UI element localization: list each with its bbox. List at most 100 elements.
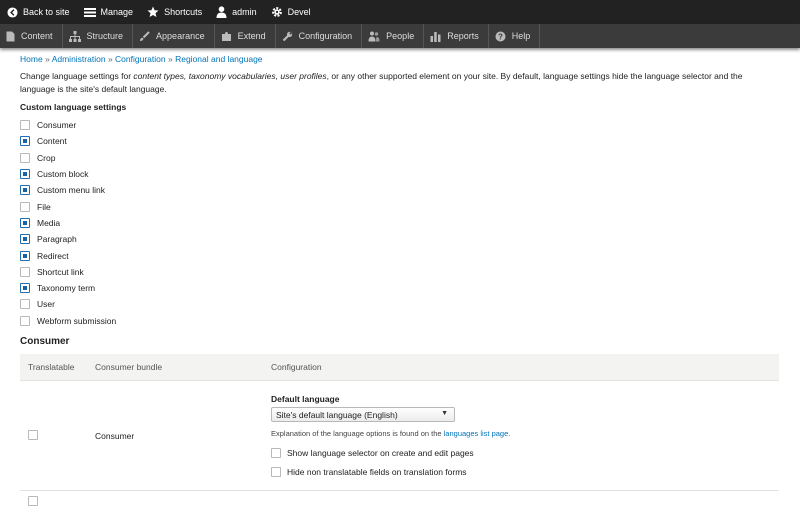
gear-icon <box>271 7 282 17</box>
checkbox-unchecked[interactable] <box>20 299 30 310</box>
custom-setting-label: Consumer <box>37 120 77 131</box>
hamburger-icon <box>83 7 96 17</box>
breadcrumb-separator: » <box>167 54 173 64</box>
bundle-name: Consumer <box>95 431 135 441</box>
menu-extend-label: Extend <box>237 31 266 41</box>
checkbox-checked[interactable] <box>20 217 30 228</box>
custom-settings-checkboxes: Consumer Content Crop Custom block Custom me… <box>20 117 116 329</box>
manage-label: Manage <box>100 7 134 17</box>
menu-configuration-label: Configuration <box>298 31 353 41</box>
show-language-selector-checkbox[interactable] <box>271 448 281 458</box>
hide-non-translatable-option[interactable]: Hide non translatable fields on translat… <box>271 467 467 477</box>
default-language-select[interactable]: Site's default language (English) ▼ <box>271 407 455 422</box>
table-row-partial <box>20 491 779 506</box>
checkbox-checked[interactable] <box>20 169 30 180</box>
menu-structure-label: Structure <box>86 31 124 41</box>
consumer-table: Translatable Consumer bundle Configurati… <box>20 354 779 506</box>
custom-setting-label: Taxonomy term <box>37 283 96 294</box>
custom-setting-label: Content <box>37 136 67 147</box>
default-language-label: Default language <box>271 394 340 404</box>
show-language-selector-option[interactable]: Show language selector on create and edi… <box>271 448 474 458</box>
menu-extend[interactable]: Extend <box>215 24 276 48</box>
custom-settings-label: Custom language settings <box>20 102 127 112</box>
translatable-checkbox[interactable] <box>28 496 38 506</box>
breadcrumb-separator: » <box>45 54 50 64</box>
custom-setting-label: Paragraph <box>37 234 77 245</box>
checkbox-unchecked[interactable] <box>20 120 30 131</box>
menu-structure[interactable]: Structure <box>63 24 134 48</box>
intro-text-emphasis: content types, taxonomy vocabularies, us… <box>133 71 327 81</box>
checkbox-unchecked[interactable] <box>20 315 30 326</box>
dropdown-arrow-icon: ▼ <box>441 410 448 417</box>
shortcuts-tab[interactable]: Shortcuts <box>140 0 209 24</box>
back-to-site-link[interactable]: Back to site <box>0 0 77 24</box>
menu-appearance-label: Appearance <box>156 31 205 41</box>
custom-setting-option[interactable]: User <box>20 296 116 312</box>
breadcrumb: Home » Administration » Configuration » … <box>20 54 263 64</box>
checkbox-checked[interactable] <box>20 185 30 196</box>
custom-setting-label: File <box>37 201 51 212</box>
checkbox-unchecked[interactable] <box>20 201 30 212</box>
menu-content[interactable]: Content <box>0 24 63 48</box>
star-icon <box>147 6 159 17</box>
checkbox-unchecked[interactable] <box>20 152 30 163</box>
custom-setting-option[interactable]: Paragraph <box>20 231 116 247</box>
custom-setting-option[interactable]: Media <box>20 215 116 231</box>
custom-setting-label: Webform submission <box>37 315 117 326</box>
menu-help[interactable]: ? Help <box>489 24 541 48</box>
sitemap-icon <box>68 30 81 42</box>
breadcrumb-configuration[interactable]: Configuration <box>115 54 166 64</box>
shortcuts-label: Shortcuts <box>164 7 203 17</box>
intro-text-1: Change language settings for <box>20 71 134 81</box>
custom-setting-option[interactable]: Custom menu link <box>20 182 116 198</box>
custom-setting-option[interactable]: Shortcut link <box>20 264 116 280</box>
admin-menu-bar: Content Structure Appearance Extend Conf… <box>0 24 800 48</box>
custom-setting-label: Custom block <box>37 169 89 180</box>
breadcrumb-administration[interactable]: Administration <box>52 54 106 64</box>
custom-setting-option[interactable]: File <box>20 198 116 214</box>
intro-description: Change language settings for content typ… <box>20 70 770 95</box>
menu-reports[interactable]: Reports <box>424 24 489 48</box>
language-explanation: Explanation of the language options is f… <box>271 429 510 438</box>
checkbox-checked[interactable] <box>20 283 30 294</box>
checkbox-unchecked[interactable] <box>20 266 30 277</box>
default-language-value: Site's default language (English) <box>276 409 398 420</box>
table-row: Consumer Default language Site's default… <box>20 381 779 491</box>
breadcrumb-regional[interactable]: Regional and language <box>175 54 262 64</box>
translatable-checkbox[interactable] <box>28 430 38 440</box>
menu-people[interactable]: People <box>362 24 425 48</box>
checkbox-checked[interactable] <box>20 234 30 245</box>
people-icon <box>368 31 380 41</box>
manage-tab[interactable]: Manage <box>77 0 141 24</box>
svg-text:?: ? <box>498 32 503 41</box>
custom-setting-label: Custom menu link <box>37 185 106 196</box>
custom-setting-option[interactable]: Custom block <box>20 166 116 182</box>
menu-configuration[interactable]: Configuration <box>276 24 363 48</box>
custom-setting-option[interactable]: Webform submission <box>20 313 116 329</box>
header-configuration: Configuration <box>271 362 322 372</box>
header-translatable: Translatable <box>28 362 75 372</box>
help-icon: ? <box>495 31 506 41</box>
custom-setting-option[interactable]: Consumer <box>20 117 116 133</box>
custom-setting-option[interactable]: Content <box>20 133 116 149</box>
admin-toolbar: Back to site Manage Shortcuts admin Deve… <box>0 0 800 24</box>
paintbrush-icon <box>140 30 150 41</box>
languages-list-link[interactable]: languages list page <box>444 429 509 438</box>
header-bundle: Consumer bundle <box>95 362 163 372</box>
menu-people-label: People <box>386 31 415 41</box>
wrench-icon <box>282 31 292 41</box>
custom-setting-option[interactable]: Crop <box>20 150 116 166</box>
checkbox-checked[interactable] <box>20 250 30 261</box>
hide-non-translatable-checkbox[interactable] <box>271 467 281 477</box>
back-arrow-icon <box>7 6 18 18</box>
user-tab[interactable]: admin <box>209 0 264 24</box>
checkbox-checked[interactable] <box>20 136 30 147</box>
custom-setting-label: Crop <box>37 152 56 163</box>
menu-appearance[interactable]: Appearance <box>133 24 215 48</box>
breadcrumb-home[interactable]: Home <box>20 54 43 64</box>
custom-setting-option[interactable]: Redirect <box>20 247 116 263</box>
devel-tab[interactable]: Devel <box>264 0 318 24</box>
puzzle-icon <box>221 31 231 41</box>
custom-setting-option[interactable]: Taxonomy term <box>20 280 116 296</box>
custom-setting-label: Media <box>37 217 61 228</box>
